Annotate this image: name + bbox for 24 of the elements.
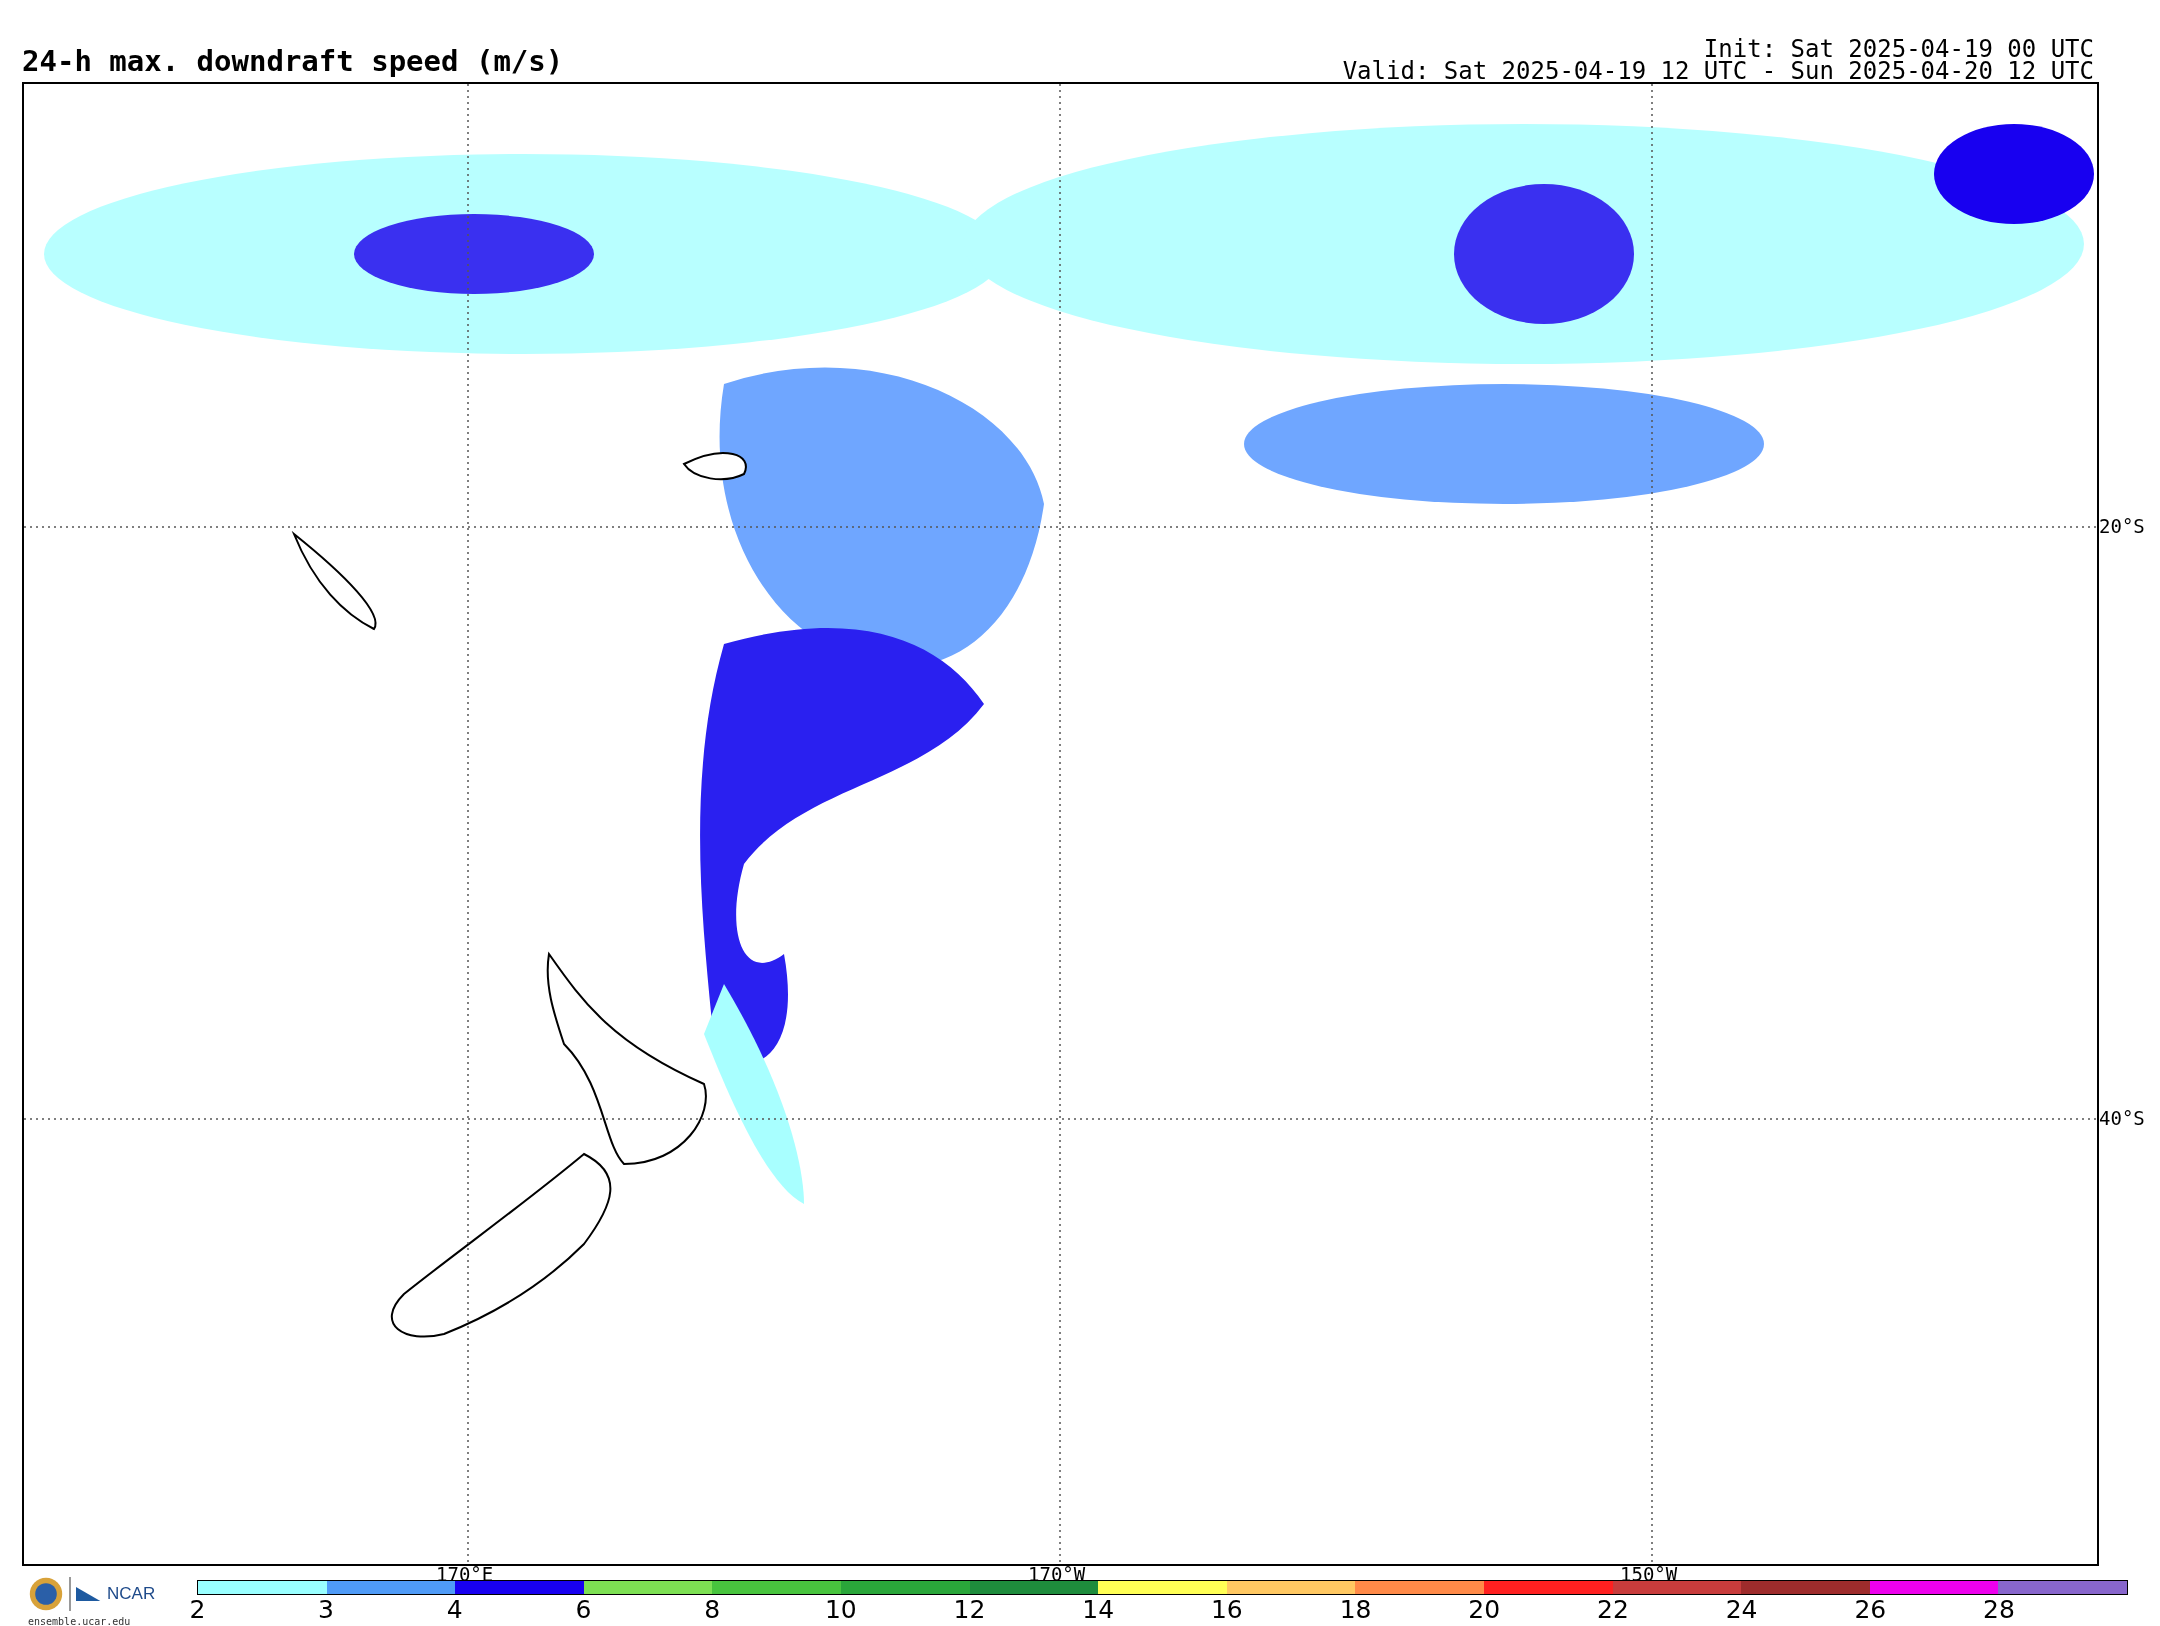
scale-label: 6 [574, 1595, 593, 1624]
site-url: ensemble.ucar.edu [28, 1616, 131, 1626]
logo-text: NCAR [107, 1584, 156, 1604]
scale-label: 2 [188, 1595, 207, 1624]
scale-label: 12 [952, 1595, 987, 1624]
scale-label: 14 [1081, 1595, 1116, 1624]
scale-label: 20 [1467, 1595, 1502, 1624]
scale-label: 26 [1853, 1595, 1888, 1624]
latitude-label: 20°S [2099, 515, 2145, 537]
wedge-logo-icon [76, 1585, 102, 1603]
init-time: Init: Sat 2025-04-19 00 UTC [1703, 38, 2094, 60]
scale-label: 24 [1724, 1595, 1759, 1624]
scale-label: 10 [823, 1595, 858, 1624]
scale-label: 3 [317, 1595, 335, 1624]
scale-label: 16 [1209, 1595, 1244, 1624]
valid-time: Valid: Sat 2025-04-19 12 UTC - Sun 2025-04-20 12 UTC [1342, 60, 2094, 82]
latitude-label: 40°S [2099, 1107, 2145, 1129]
scale-label: 8 [703, 1595, 722, 1624]
chart-title: 24-h max. downdraft speed (m/s) [22, 44, 564, 80]
scale-label: 18 [1338, 1595, 1373, 1624]
seal-logo-icon [28, 1576, 64, 1612]
scale-label: 28 [1982, 1595, 2016, 1624]
scale-label: 22 [1596, 1595, 1630, 1624]
scale-label: 4 [445, 1595, 464, 1624]
